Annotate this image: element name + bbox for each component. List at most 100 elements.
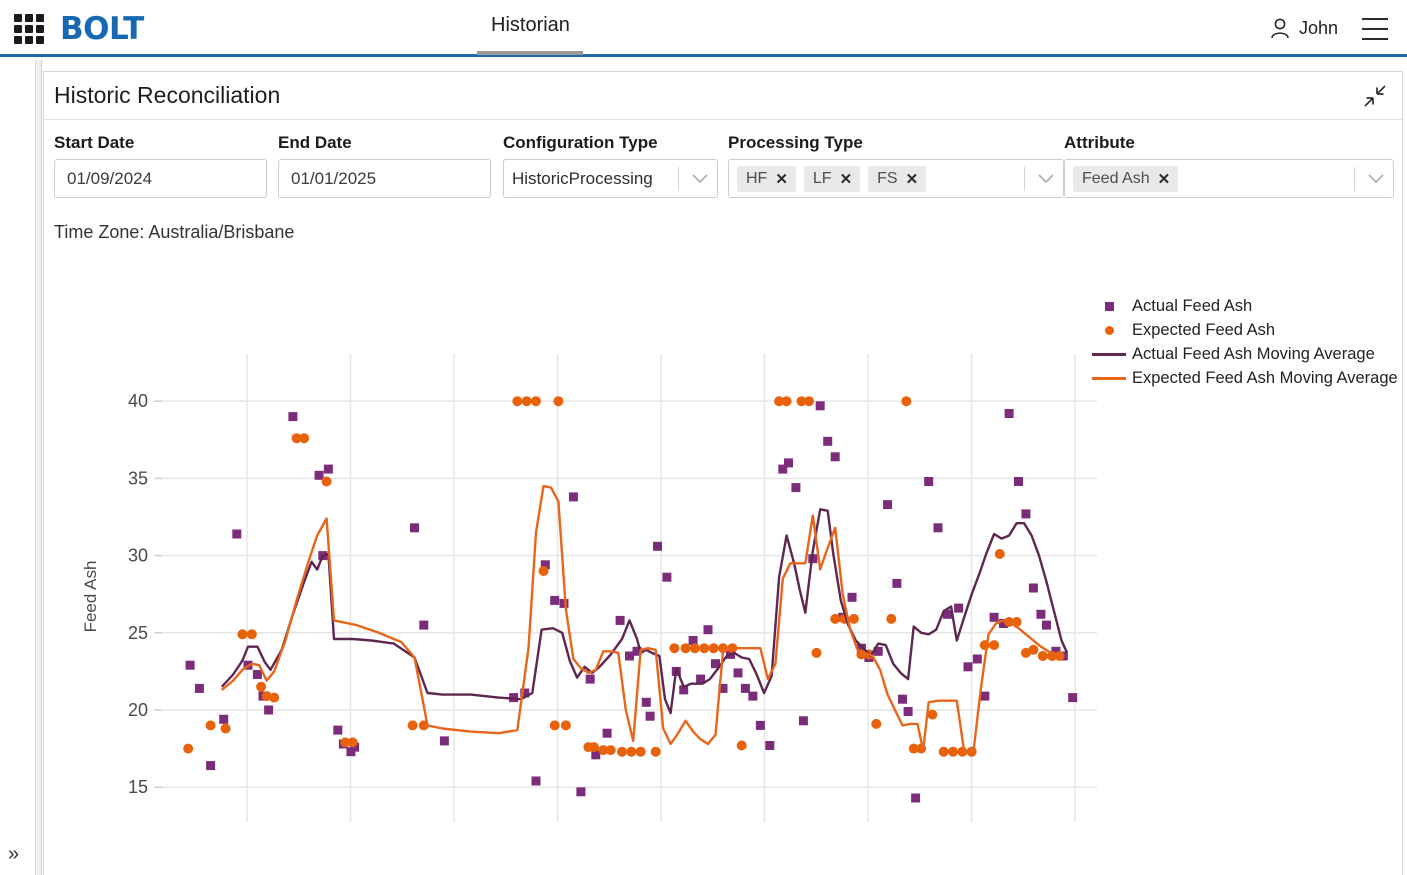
legend-marker-line-icon [1086,376,1132,380]
series-line [220,508,1069,715]
data-point [288,412,298,422]
attribute-label: Attribute [1064,133,1135,152]
user-icon[interactable] [1269,17,1291,41]
feed-ash-chart: 152025303540Sep 82024Sep 22Oct 6Oct 20No… [44,262,1402,875]
data-point [972,654,982,664]
data-point [194,683,204,693]
data-point [550,595,560,605]
data-point [748,691,758,701]
data-point [871,718,882,729]
data-point [531,396,541,407]
chevron-down-icon[interactable] [1365,168,1387,190]
chart-svg: 152025303540Sep 82024Sep 22Oct 6Oct 20No… [81,354,1103,875]
legend-item-label: Expected Feed Ash Moving Average [1132,368,1398,387]
data-point [989,612,999,622]
filter-chip-remove-icon[interactable]: ✕ [840,170,853,188]
y-tick-label: 25 [128,623,148,643]
data-point [903,707,913,716]
filter-chip[interactable]: FS ✕ [868,165,927,192]
filter-chip-remove-icon[interactable]: ✕ [775,170,788,188]
series-markers [185,401,1078,803]
data-point [252,670,262,679]
data-point [419,620,429,630]
data-point [439,736,449,746]
sidebar-expand-icon[interactable]: » [8,844,19,864]
processing-type-multiselect[interactable]: HF ✕ LF ✕ FS ✕ [728,159,1064,198]
data-point [323,464,333,474]
data-point [901,396,912,407]
data-point [605,745,616,756]
configuration-type-label: Configuration Type [503,133,658,152]
data-point [954,603,964,613]
data-point [1028,583,1038,593]
data-point [938,746,949,757]
data-point [1014,477,1023,486]
grid-apps-icon[interactable] [14,14,44,44]
hamburger-icon[interactable] [1362,18,1388,40]
data-point [911,793,921,803]
data-point [1028,644,1039,655]
collapse-arrows-icon[interactable] [1363,84,1387,108]
tab-historian[interactable]: Historian [477,14,584,51]
chevron-down-icon[interactable] [1035,168,1057,190]
data-point [736,740,747,751]
data-point [815,401,825,411]
data-point [585,674,595,684]
end-date-input[interactable]: 01/01/2025 [278,159,491,198]
y-tick-label: 20 [128,700,148,720]
filter-chip-label: HF [746,169,768,187]
filter-chip[interactable]: HF ✕ [737,165,796,192]
data-point [521,396,532,407]
data-point [1037,651,1048,661]
data-point [653,541,662,551]
field-start-date: Start Date 01/09/2024 [54,133,267,198]
filter-chip-remove-icon[interactable]: ✕ [1158,170,1171,188]
legend-marker-circle-icon [1086,325,1132,335]
field-attribute: Attribute Feed Ash ✕ [1064,133,1394,198]
legend-item[interactable]: Actual Feed Ash Moving Average [1086,342,1407,366]
data-point [924,477,934,486]
field-processing-type: Processing Type HF ✕ LF ✕ FS ✕ [728,133,1064,198]
configuration-type-select[interactable]: HistoricProcessing [503,159,718,198]
sidebar-scrollbar[interactable] [36,60,42,875]
data-point [512,396,523,407]
data-point [898,694,907,704]
data-point [708,643,719,654]
top-navigation-bar: BOLT Historian John [0,0,1407,57]
filter-chip[interactable]: LF ✕ [803,165,861,192]
y-tick-label: 15 [128,777,148,797]
data-point [1004,409,1014,418]
brand-logo[interactable]: BOLT [60,11,144,47]
start-date-label: Start Date [54,133,135,152]
y-tick-label: 35 [128,468,148,488]
filter-chip-label: LF [812,169,832,187]
filter-chip-remove-icon[interactable]: ✕ [906,170,919,188]
legend-marker-line-icon [1086,352,1132,356]
chevron-down-icon[interactable] [689,168,711,190]
legend-item[interactable]: Actual Feed Ash [1086,294,1407,318]
legend-marker-square-icon [1086,301,1132,311]
chart-legend: Actual Feed Ash Expected Feed Ash Actual F… [1086,294,1407,390]
filter-chip[interactable]: Feed Ash ✕ [1073,165,1179,192]
data-point [617,746,627,757]
legend-item[interactable]: Expected Feed Ash Moving Average [1086,366,1407,390]
data-point [733,668,743,678]
data-point [576,787,586,797]
data-point [269,692,280,703]
data-point [1068,693,1078,703]
data-point [883,500,893,510]
data-point [994,549,1005,559]
data-point [892,578,902,588]
attribute-multiselect[interactable]: Feed Ash ✕ [1064,159,1394,198]
legend-item[interactable]: Expected Feed Ash [1086,318,1407,342]
card-header: Historic Reconciliation [44,72,1402,120]
user-name-label[interactable]: John [1299,18,1338,39]
y-axis-title: Feed Ash [81,561,100,633]
data-point [626,746,637,757]
data-point [185,660,195,670]
data-point [1042,620,1051,630]
start-date-input[interactable]: 01/09/2024 [54,159,267,198]
y-tick-label: 40 [128,391,148,411]
data-point [538,566,549,576]
data-point [615,615,625,625]
